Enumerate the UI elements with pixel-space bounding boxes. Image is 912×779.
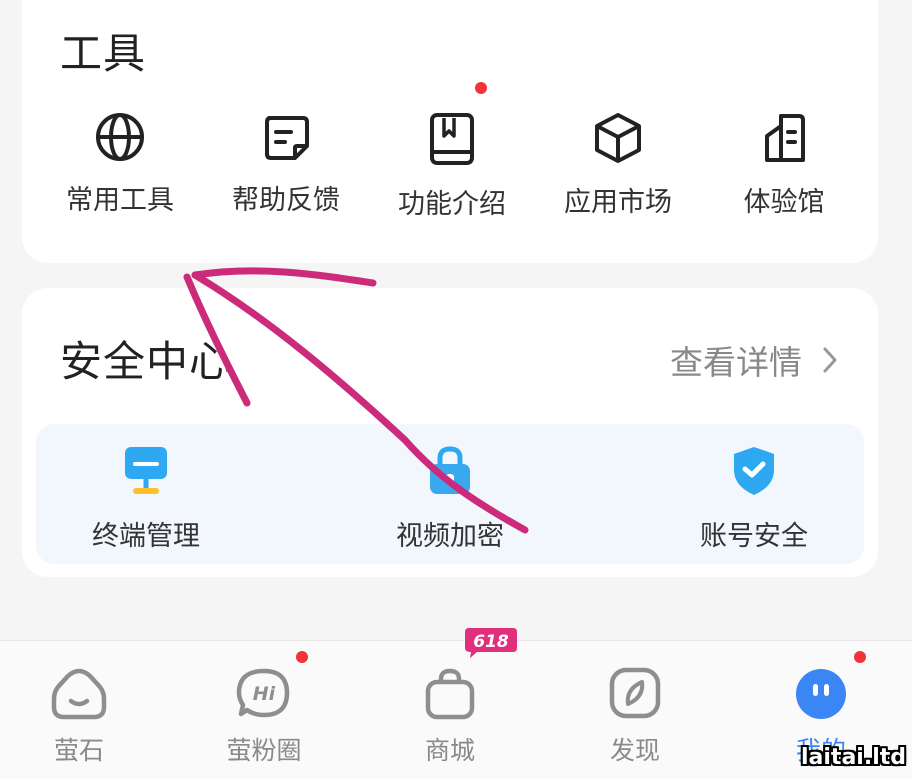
- notification-dot: [854, 651, 866, 663]
- feedback-note-icon: [265, 116, 309, 160]
- hi-chat-icon: Hi: [236, 668, 290, 718]
- tool-common-tools[interactable]: 常用工具: [40, 110, 200, 217]
- security-video-encryption[interactable]: 视频加密: [345, 444, 555, 553]
- globe-icon: [96, 113, 144, 161]
- promo-badge: 618: [465, 628, 517, 658]
- home-icon: [51, 668, 107, 720]
- notification-dot: [475, 82, 487, 94]
- compass-icon: [609, 667, 661, 719]
- nav-item-mall[interactable]: 商城: [380, 667, 520, 767]
- terminal-icon: [125, 447, 167, 494]
- tool-app-market[interactable]: 应用市场: [538, 110, 698, 219]
- security-item-label: 终端管理: [92, 521, 200, 552]
- nav-label: 发现: [609, 736, 660, 765]
- promo-badge-text: 618: [473, 632, 509, 652]
- security-title: 安全中心: [60, 337, 233, 386]
- tool-help-feedback[interactable]: 帮助反馈: [206, 110, 366, 217]
- notification-dot: [296, 651, 308, 663]
- book-icon: [430, 113, 474, 165]
- security-terminal-management[interactable]: 终端管理: [41, 444, 251, 553]
- tool-label: 功能介绍: [398, 189, 506, 220]
- nav-item-fans-circle[interactable]: Hi 萤粉圈: [194, 651, 334, 767]
- tool-label: 帮助反馈: [232, 185, 340, 216]
- cube-icon: [595, 113, 641, 163]
- building-icon: [765, 114, 805, 162]
- shield-check-icon: [734, 447, 774, 495]
- svg-text:Hi: Hi: [253, 683, 276, 705]
- tools-card: 工具 常用工具 帮助反馈 功能介绍 应用市场 体验馆: [22, 0, 878, 263]
- view-details-link[interactable]: 查看详情: [670, 336, 838, 384]
- security-item-label: 账号安全: [700, 521, 808, 552]
- view-details-label: 查看详情: [670, 343, 802, 382]
- security-item-label: 视频加密: [396, 521, 504, 552]
- lock-bag-icon: [430, 446, 470, 494]
- security-account-security[interactable]: 账号安全: [649, 444, 859, 553]
- security-card: 安全中心 查看详情 终端管理 视频加密 账号安全: [22, 288, 878, 577]
- tool-label: 应用市场: [564, 187, 672, 218]
- nav-item-ezviz[interactable]: 萤石: [9, 667, 149, 767]
- tool-label: 常用工具: [66, 185, 174, 216]
- nav-label: 萤石: [53, 736, 104, 765]
- security-panel: 终端管理 视频加密 账号安全: [36, 424, 864, 564]
- tool-feature-intro[interactable]: 功能介绍: [372, 82, 532, 221]
- tools-title: 工具: [60, 29, 147, 78]
- tool-label: 体验馆: [743, 187, 825, 218]
- tool-experience-hall[interactable]: 体验馆: [704, 110, 864, 219]
- nav-label: 商城: [424, 736, 475, 765]
- chevron-right-icon: [823, 347, 837, 373]
- nav-item-discover[interactable]: 发现: [565, 667, 705, 767]
- profile-face-icon: [796, 669, 846, 719]
- bottom-nav: 萤石 Hi 萤粉圈 商城 发现 我的: [0, 640, 912, 779]
- shopping-bag-icon: [425, 668, 475, 720]
- watermark: laitai.ltd: [801, 745, 906, 770]
- nav-label: 萤粉圈: [226, 736, 302, 765]
